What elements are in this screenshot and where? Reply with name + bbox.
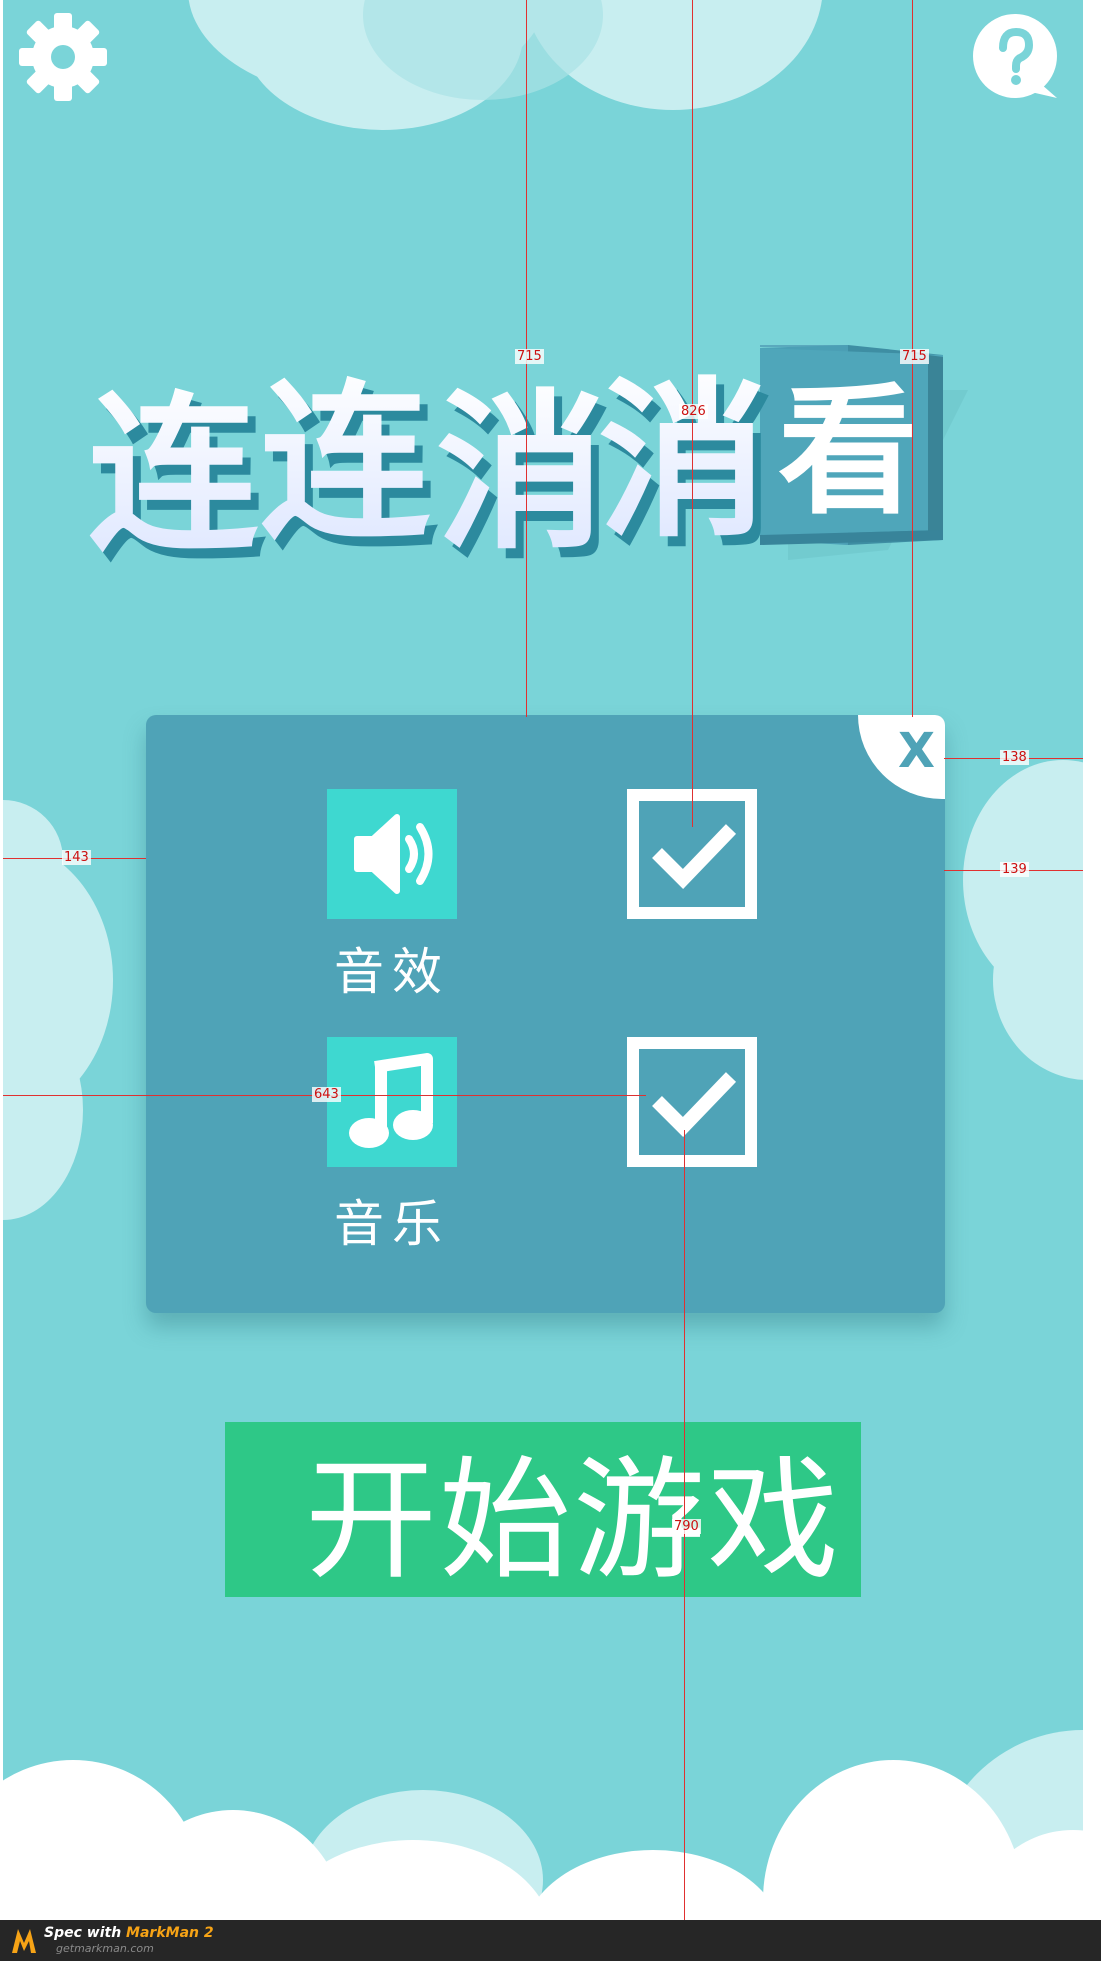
option-label-sound: 音效 — [334, 943, 450, 1001]
markman-logo — [12, 1929, 36, 1953]
spec-label: 143 — [62, 850, 91, 865]
music-checkbox[interactable] — [627, 1037, 757, 1167]
speaker-icon — [327, 789, 457, 919]
footer-prefix: Spec with — [44, 1925, 122, 1941]
title-char: 连 — [88, 375, 259, 575]
title-char: 连 — [260, 363, 431, 563]
title-char: 消 — [436, 373, 606, 573]
footer-credit: Spec with MarkMan 2 — [44, 1925, 214, 1941]
title-char: 消 — [598, 361, 768, 561]
game-screen: 连 连 消 消 连 连 消 消 看 X 音效 音乐 开始游戏 — [3, 0, 1083, 1920]
spec-label: 826 — [679, 404, 708, 419]
gear-icon[interactable] — [18, 12, 108, 102]
start-game-label: 开始游戏 — [305, 1444, 841, 1598]
help-bubble-icon[interactable] — [971, 12, 1061, 102]
spec-label: 715 — [900, 349, 929, 364]
start-game-button[interactable]: 开始游戏 — [225, 1422, 861, 1598]
music-note-icon — [327, 1037, 457, 1167]
title-badge-char: 看 — [778, 370, 918, 534]
spec-label: 138 — [1000, 750, 1029, 765]
close-label: X — [897, 723, 935, 779]
settings-panel — [146, 715, 945, 1313]
spec-label: 139 — [1000, 862, 1029, 877]
game-title-logo: 连 连 消 消 连 连 消 消 看 — [88, 330, 968, 590]
markman-footer: Spec with MarkMan 2 getmarkman.com — [0, 1920, 1101, 1961]
option-label-music: 音乐 — [334, 1195, 450, 1253]
cloud — [523, 1850, 783, 1920]
spec-label: 643 — [312, 1087, 341, 1102]
footer-brand: MarkMan 2 — [126, 1925, 214, 1941]
footer-url[interactable]: getmarkman.com — [56, 1942, 154, 1955]
spec-label: 715 — [515, 349, 544, 364]
spec-label: 790 — [672, 1519, 701, 1534]
